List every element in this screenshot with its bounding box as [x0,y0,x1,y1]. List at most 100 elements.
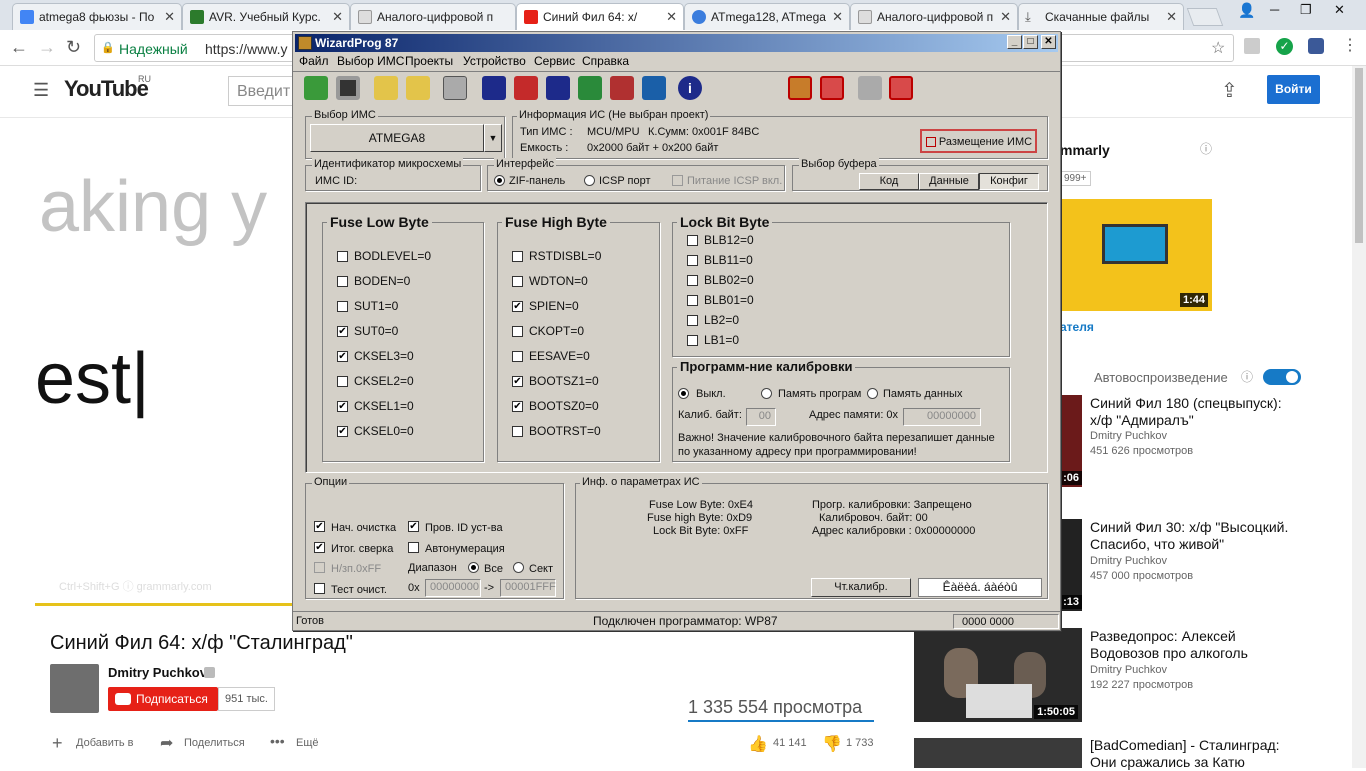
tab-adc-2[interactable]: Аналого-цифровой п ✕ [850,3,1018,30]
video-progress-bar[interactable] [35,603,293,606]
related-thumbnail[interactable]: :13 [1060,519,1082,611]
fuse-low-bit-checkbox[interactable]: ✔ [337,326,348,337]
more-button[interactable]: Ещё [296,737,319,749]
menu-service[interactable]: Сервис [534,54,575,68]
fuse-low-bit-checkbox[interactable]: ✔ [337,351,348,362]
bookmark-star-icon[interactable]: ☆ [1211,38,1225,58]
lock-bit-checkbox[interactable] [687,235,698,246]
hamburger-icon[interactable]: ☰ [33,80,49,101]
fuse-low-bit-checkbox[interactable] [337,376,348,387]
icsp-radio[interactable] [584,175,595,186]
signin-button[interactable]: Войти [1267,75,1320,104]
calib-program-radio[interactable] [761,388,772,399]
extension-icon[interactable] [1308,38,1324,54]
calibration-bytes-field[interactable]: Êàëèá. áàéòû [918,578,1042,597]
open-project-icon[interactable] [304,76,328,100]
youtube-logo[interactable]: YouTube RU [64,74,151,106]
read-icon[interactable] [642,76,666,100]
buffer-config-button[interactable]: Конфиг [979,173,1039,190]
close-tab-icon[interactable]: ✕ [1000,9,1011,25]
chip-placement-button[interactable]: Размещение ИМС [920,129,1037,153]
fuse-low-bit-checkbox[interactable] [337,301,348,312]
calib-off-radio[interactable] [678,388,689,399]
calib-data-radio[interactable] [867,388,878,399]
autonum-checkbox[interactable] [408,542,419,553]
buffer-code-button[interactable]: Код [859,173,919,190]
close-window-button[interactable]: ✕ [1334,2,1345,18]
verify-icon[interactable] [610,76,634,100]
lock-bit-checkbox[interactable] [687,275,698,286]
chip-select-dropdown[interactable]: ATMEGA8 [310,124,484,152]
tab-avr-course[interactable]: AVR. Учебный Курс. ✕ [182,3,350,30]
forward-icon[interactable]: → [38,37,56,58]
calib-address-field[interactable]: 00000000 [903,408,981,426]
chip-socket-icon[interactable] [820,76,844,100]
calculator-icon[interactable] [443,76,467,100]
autoplay-toggle[interactable] [1263,369,1301,385]
related-title[interactable]: Разведопрос: Алексей Водовозов про алког… [1090,628,1300,662]
fuse-high-bit-checkbox[interactable] [512,276,523,287]
zif-radio[interactable] [494,175,505,186]
close-tab-icon[interactable]: ✕ [832,9,843,25]
fullscreen-icon[interactable] [889,76,913,100]
blank-check-icon[interactable] [546,76,570,100]
init-clear-checkbox[interactable]: ✔ [314,521,325,532]
back-icon[interactable]: ← [10,37,28,58]
range-sector-radio[interactable] [513,562,524,573]
tab-atmega8-fuses[interactable]: atmega8 фьюзы - По ✕ [12,3,182,30]
fuse-low-bit-checkbox[interactable]: ✔ [337,426,348,437]
channel-name[interactable]: Dmitry Puchkov [108,665,207,680]
close-button[interactable]: ✕ [1041,35,1056,49]
channel-avatar[interactable] [50,664,99,713]
settings-icon[interactable] [858,76,882,100]
dislike-icon[interactable]: 👎 [822,734,842,754]
profile-icon[interactable]: 👤 [1238,2,1255,19]
id-check-checkbox[interactable]: ✔ [408,521,419,532]
lock-bit-checkbox[interactable] [687,335,698,346]
tab-adc-1[interactable]: Аналого-цифровой п [350,3,516,30]
buffer-data-button[interactable]: Данные [919,173,979,190]
save-file-icon[interactable] [406,76,430,100]
menu-help[interactable]: Справка [582,54,629,68]
reload-icon[interactable]: ↻ [66,37,81,58]
minimize-button[interactable]: ─ [1270,2,1279,17]
range-to-field[interactable]: 00001FFF [500,579,556,597]
minimize-button[interactable]: _ [1007,35,1022,49]
read-calibration-button[interactable]: Чт.калибр. [811,578,911,597]
related-thumbnail[interactable] [914,738,1082,768]
lock-bit-checkbox[interactable] [687,295,698,306]
fuse-high-bit-checkbox[interactable]: ✔ [512,401,523,412]
ad-title[interactable]: mmarly [1060,142,1110,158]
add-to-button[interactable]: Добавить в [76,737,134,749]
menu-chip-select[interactable]: Выбор ИМС [337,54,404,68]
related-thumbnail[interactable]: :06 [1060,395,1082,487]
verify-checkbox[interactable]: ✔ [314,542,325,553]
fuse-high-bit-checkbox[interactable] [512,326,523,337]
range-all-radio[interactable] [468,562,479,573]
hfill-checkbox[interactable] [314,562,325,573]
related-title[interactable]: Синий Фил 30: х/ф "Высоцкий. Спасибо, чт… [1090,519,1315,553]
share-button[interactable]: Поделиться [184,737,245,749]
range-from-field[interactable]: 00000000 [425,579,481,597]
ad-author[interactable]: ателя [1060,320,1094,334]
tab-atmega128[interactable]: ATmega128, ATmega ✕ [684,3,850,30]
fuse-low-bit-checkbox[interactable]: ✔ [337,401,348,412]
close-tab-icon[interactable]: ✕ [1166,9,1177,25]
tab-youtube[interactable]: Синий Фил 64: х/✕ [516,3,684,30]
close-tab-icon[interactable]: ✕ [164,9,175,25]
related-title[interactable]: Синий Фил 180 (спецвыпуск): х/ф "Адмирал… [1090,395,1295,429]
scrollbar-thumb[interactable] [1355,68,1363,243]
menu-file[interactable]: Файл [299,54,329,68]
related-thumbnail[interactable]: 1:50:05 [914,628,1082,722]
new-tab-button[interactable] [1186,8,1224,26]
fuse-high-bit-checkbox[interactable] [512,351,523,362]
info-icon[interactable]: ⓘ [1241,368,1253,385]
chip-icon[interactable] [788,76,812,100]
icsp-power-checkbox[interactable] [672,175,683,186]
extension-icon[interactable] [1244,38,1260,54]
erase-icon[interactable] [514,76,538,100]
search-input[interactable]: Введит [228,76,298,106]
info-icon[interactable]: i [678,76,702,100]
open-file-icon[interactable] [374,76,398,100]
fuse-low-bit-checkbox[interactable] [337,276,348,287]
